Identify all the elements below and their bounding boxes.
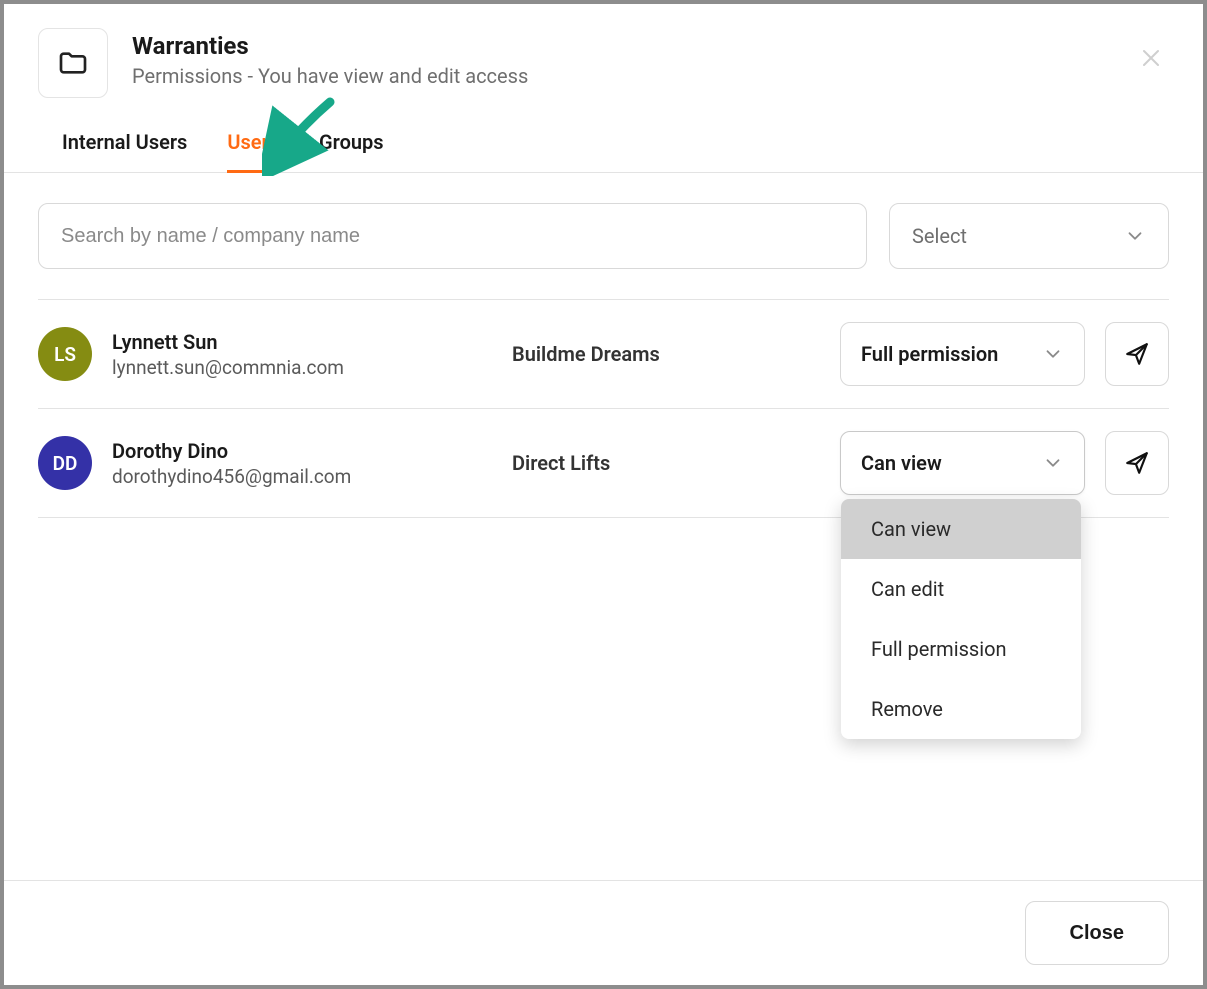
user-row: LS Lynnett Sun lynnett.sun@commnia.com B… bbox=[38, 300, 1169, 409]
tab-users[interactable]: Users bbox=[227, 130, 279, 173]
tabs: Internal Users Users Groups bbox=[4, 98, 1203, 173]
permission-select[interactable]: Can view Can view Can edit Full permissi… bbox=[840, 431, 1085, 495]
dropdown-option-full-permission[interactable]: Full permission bbox=[841, 619, 1081, 679]
permission-label: Can view bbox=[861, 451, 942, 475]
title-block: Warranties Permissions - You have view a… bbox=[132, 28, 528, 88]
send-button[interactable] bbox=[1105, 431, 1169, 495]
chevron-down-icon bbox=[1042, 343, 1064, 365]
send-icon bbox=[1124, 341, 1150, 367]
permission-dropdown: Can view Can edit Full permission Remove bbox=[841, 499, 1081, 739]
user-info: Dorothy Dino dorothydino456@gmail.com bbox=[112, 439, 492, 488]
send-button[interactable] bbox=[1105, 322, 1169, 386]
tab-groups[interactable]: Groups bbox=[319, 130, 384, 173]
user-name: Lynnett Sun bbox=[112, 330, 492, 354]
folder-icon-box bbox=[38, 28, 108, 98]
dialog-header: Warranties Permissions - You have view a… bbox=[4, 4, 1203, 98]
avatar-initials: LS bbox=[54, 343, 76, 366]
permission-label: Full permission bbox=[861, 342, 998, 366]
avatar: LS bbox=[38, 327, 92, 381]
send-icon bbox=[1124, 450, 1150, 476]
search-input[interactable] bbox=[38, 203, 867, 269]
close-button[interactable] bbox=[1139, 46, 1163, 70]
tab-internal-users[interactable]: Internal Users bbox=[62, 130, 187, 173]
permission-select[interactable]: Full permission bbox=[840, 322, 1085, 386]
user-name: Dorothy Dino bbox=[112, 439, 492, 463]
user-row: DD Dorothy Dino dorothydino456@gmail.com… bbox=[38, 409, 1169, 518]
permissions-dialog: Warranties Permissions - You have view a… bbox=[4, 4, 1203, 985]
controls-row: Select bbox=[4, 173, 1203, 269]
chevron-down-icon bbox=[1042, 452, 1064, 474]
user-company: Buildme Dreams bbox=[512, 342, 820, 366]
filter-select[interactable]: Select bbox=[889, 203, 1169, 269]
folder-icon bbox=[57, 47, 89, 79]
dialog-subtitle: Permissions - You have view and edit acc… bbox=[132, 64, 528, 88]
user-email: dorothydino456@gmail.com bbox=[112, 465, 492, 488]
dropdown-option-remove[interactable]: Remove bbox=[841, 679, 1081, 739]
chevron-down-icon bbox=[1124, 225, 1146, 247]
dialog-title: Warranties bbox=[132, 32, 528, 60]
dropdown-option-can-view[interactable]: Can view bbox=[841, 499, 1081, 559]
close-dialog-button[interactable]: Close bbox=[1025, 901, 1169, 965]
dropdown-option-can-edit[interactable]: Can edit bbox=[841, 559, 1081, 619]
avatar: DD bbox=[38, 436, 92, 490]
filter-select-label: Select bbox=[912, 224, 967, 248]
user-info: Lynnett Sun lynnett.sun@commnia.com bbox=[112, 330, 492, 379]
dialog-footer: Close bbox=[4, 880, 1203, 985]
users-list: LS Lynnett Sun lynnett.sun@commnia.com B… bbox=[38, 299, 1169, 518]
user-company: Direct Lifts bbox=[512, 451, 820, 475]
avatar-initials: DD bbox=[53, 452, 78, 475]
user-email: lynnett.sun@commnia.com bbox=[112, 356, 492, 379]
